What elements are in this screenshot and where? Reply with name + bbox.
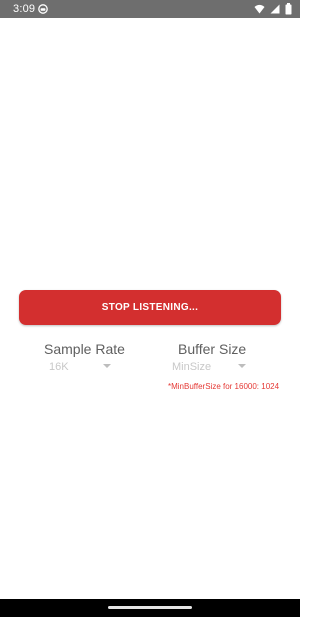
min-buffer-size-note: *MinBufferSize for 16000: 1024	[168, 382, 280, 391]
status-bar: 3:09	[0, 0, 300, 18]
stop-listening-button[interactable]: STOP LISTENING...	[19, 290, 281, 325]
dropdown-arrow-icon	[103, 364, 111, 368]
app-screen: 3:09 STOP LISTENING... Sample Rate Buffe…	[0, 0, 300, 617]
home-gesture-handle[interactable]	[108, 606, 192, 609]
dropdown-arrow-icon	[238, 364, 246, 368]
signal-icon	[270, 4, 280, 14]
status-icons	[254, 3, 292, 15]
buffer-size-spinner[interactable]: MinSize	[172, 359, 246, 375]
buffer-size-label: Buffer Size	[178, 341, 247, 357]
app-notification-icon	[38, 4, 48, 14]
sample-rate-value: 16K	[49, 361, 69, 373]
buffer-size-value: MinSize	[172, 361, 212, 373]
navigation-bar	[0, 599, 300, 617]
sample-rate-spinner[interactable]: 16K	[49, 359, 111, 375]
sample-rate-label: Sample Rate	[44, 341, 125, 357]
battery-icon	[285, 3, 292, 15]
wifi-icon	[254, 4, 265, 14]
status-time: 3:09	[13, 3, 36, 15]
